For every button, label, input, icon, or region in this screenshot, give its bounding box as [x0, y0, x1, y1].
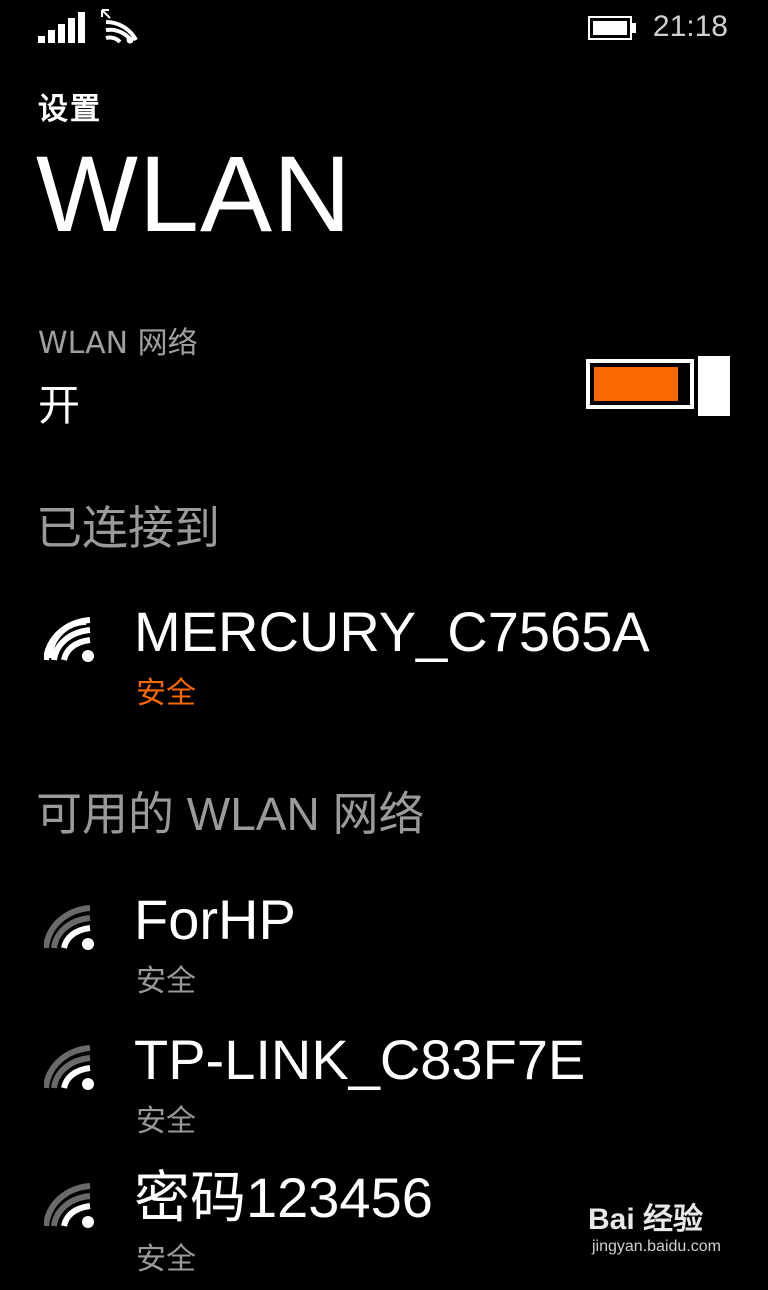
network-item-tplink[interactable]: TP-LINK_C83F7E 安全	[0, 1032, 768, 1152]
toggle-thumb[interactable]	[698, 356, 730, 416]
network-name: TP-LINK_C83F7E	[134, 1028, 586, 1091]
battery-icon	[588, 16, 636, 40]
connected-heading: 已连接到	[36, 502, 220, 554]
wifi-status-icon	[101, 9, 138, 44]
wifi-icon	[44, 1183, 94, 1228]
wifi-strong-icon	[44, 617, 94, 662]
baidu-watermark: Bai 经验 jingyan.baidu.com	[588, 1194, 738, 1264]
clock: 21:18	[652, 10, 728, 43]
network-status: 安全	[136, 676, 196, 711]
toggle-fill	[594, 367, 678, 401]
app-title: 设置	[38, 92, 102, 127]
status-bar: 21:18	[0, 0, 768, 56]
network-item-forhp[interactable]: ForHP 安全	[0, 892, 768, 1012]
wifi-icon	[44, 905, 94, 950]
wifi-icon	[44, 1045, 94, 1090]
signal-icon	[38, 12, 85, 43]
wlan-toggle-label: WLAN 网络	[38, 326, 198, 361]
network-status: 安全	[136, 964, 196, 999]
network-name: MERCURY_C7565A	[134, 600, 650, 663]
network-name: ForHP	[134, 888, 296, 951]
watermark-logo: Bai 经验	[588, 1203, 704, 1236]
network-status: 安全	[136, 1242, 196, 1277]
page-title: WLAN	[36, 133, 353, 254]
available-heading: 可用的 WLAN 网络	[36, 788, 425, 840]
network-name: 密码123456	[134, 1166, 433, 1229]
network-status: 安全	[136, 1104, 196, 1139]
wlan-toggle-state: 开	[38, 381, 81, 430]
wlan-toggle-switch[interactable]	[586, 356, 730, 416]
network-item-connected[interactable]: MERCURY_C7565A 安全	[0, 604, 768, 724]
watermark-url: jingyan.baidu.com	[592, 1238, 721, 1255]
